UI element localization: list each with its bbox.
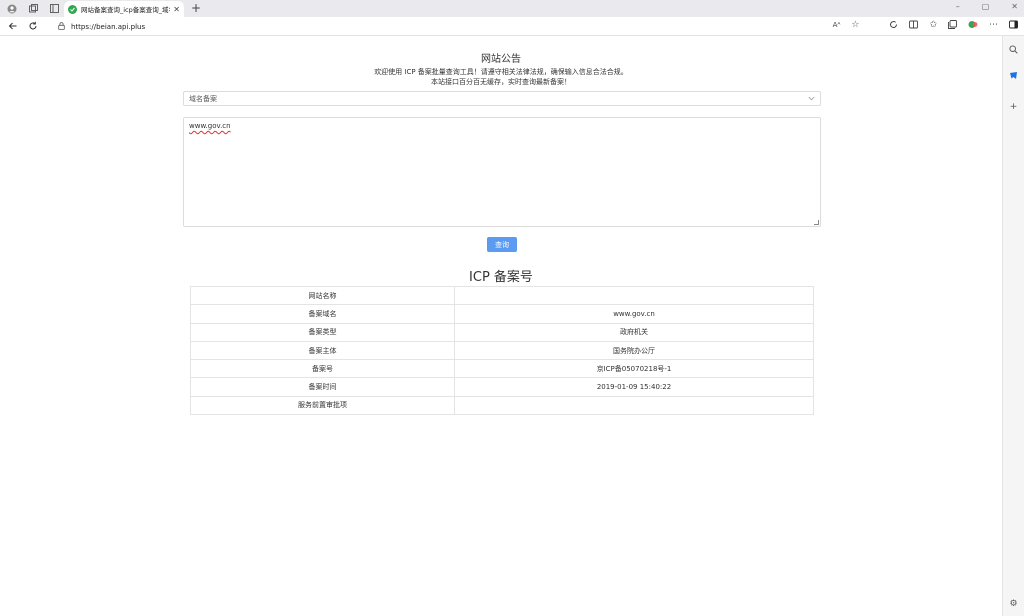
- row-value: 京ICP备05070218号-1: [454, 359, 814, 379]
- close-window-icon[interactable]: ✕: [1011, 2, 1018, 11]
- row-key: 备案号: [190, 359, 455, 379]
- row-value: 2019-01-09 15:40:22: [454, 377, 814, 397]
- address-bar-row: https://beian.api.plus Aᴬ ☆ ✩ ⋯: [0, 17, 1024, 36]
- add-sidebar-app-icon[interactable]: +: [1007, 100, 1021, 114]
- query-type-selected: 域名备案: [189, 94, 217, 103]
- site-info-icon[interactable]: [58, 21, 65, 32]
- sidebar-toggle-icon[interactable]: [1009, 20, 1018, 32]
- split-screen-icon[interactable]: [909, 20, 919, 32]
- row-key: 备案时间: [190, 377, 455, 397]
- domain-input-value: www.gov.cn: [189, 122, 231, 130]
- tab-active[interactable]: 网站备案查询_icp备案查询_域名备案查询 ✕: [64, 1, 184, 17]
- tab-close-icon[interactable]: ✕: [173, 5, 180, 14]
- favorite-star-icon[interactable]: ☆: [851, 20, 859, 32]
- row-key: 网站名称: [190, 285, 455, 306]
- edge-sidebar: + ⚙: [1002, 36, 1024, 616]
- tab-strip: 网站备案查询_icp备案查询_域名备案查询 ✕ + – ▢ ✕: [0, 0, 1024, 17]
- row-value: 政府机关: [454, 322, 814, 342]
- tab-favicon-icon: [68, 4, 77, 14]
- minimize-icon[interactable]: –: [956, 2, 960, 11]
- row-value: [454, 285, 814, 306]
- tab-actions-icon[interactable]: [47, 2, 61, 16]
- more-options-icon[interactable]: ⋯: [989, 20, 998, 32]
- copilot-icon[interactable]: [889, 20, 898, 32]
- table-row: 备案主体 国务院办公厅: [190, 340, 814, 361]
- restore-icon[interactable]: ▢: [982, 2, 990, 11]
- domain-input-textarea[interactable]: www.gov.cn: [183, 117, 821, 227]
- url-text: https://beian.api.plus: [71, 22, 146, 31]
- search-icon[interactable]: [1007, 42, 1021, 56]
- tabstrip-left-controls: [0, 2, 61, 16]
- row-key: 备案域名: [190, 304, 455, 324]
- notice-title: 网站公告: [481, 54, 521, 65]
- omnibox[interactable]: https://beian.api.plus: [58, 19, 868, 34]
- tab-title: 网站备案查询_icp备案查询_域名备案查询: [81, 6, 170, 14]
- query-type-select[interactable]: 域名备案: [183, 91, 821, 106]
- new-tab-icon[interactable]: +: [191, 2, 201, 14]
- row-value: 国务院办公厅: [454, 340, 814, 361]
- row-key: 备案主体: [190, 340, 455, 361]
- refresh-icon[interactable]: [26, 19, 40, 33]
- row-key: 备案类型: [190, 322, 455, 342]
- workspaces-icon[interactable]: [26, 2, 40, 16]
- profile-icon[interactable]: [5, 2, 19, 16]
- row-key: 服务前置审批项: [190, 395, 455, 416]
- read-aloud-icon[interactable]: Aᴬ: [833, 21, 841, 32]
- query-button[interactable]: 查询: [487, 237, 517, 252]
- results-table: 网站名称 备案域名 www.gov.cn 备案类型 政府机关 备案主体 国务院办…: [190, 285, 814, 416]
- collections-icon[interactable]: [948, 20, 957, 32]
- sidebar-app-icon[interactable]: [1007, 68, 1021, 82]
- result-title: ICP 备案号: [469, 270, 533, 285]
- window-controls: – ▢ ✕: [956, 2, 1018, 11]
- row-value: [454, 395, 814, 416]
- extension-icon[interactable]: [968, 20, 978, 32]
- table-row: 备案号 京ICP备05070218号-1: [190, 359, 814, 379]
- table-row: 备案类型 政府机关: [190, 322, 814, 342]
- back-icon[interactable]: [6, 19, 20, 33]
- table-row: 网站名称: [190, 285, 814, 306]
- favorites-icon[interactable]: ✩: [929, 20, 937, 32]
- settings-gear-icon[interactable]: ⚙: [1007, 597, 1021, 611]
- chevron-down-icon: [808, 95, 815, 103]
- notice-text-line-1: 欢迎使用 ICP 备案批量查询工具！请遵守相关法律法规，确保输入信息合法合规。: [374, 68, 628, 76]
- resize-handle-icon[interactable]: [814, 220, 819, 225]
- page-content: 网站公告 欢迎使用 ICP 备案批量查询工具！请遵守相关法律法规，确保输入信息合…: [0, 36, 1002, 616]
- browser-toolbar: Aᴬ ☆ ✩ ⋯: [833, 20, 1018, 32]
- table-row: 备案时间 2019-01-09 15:40:22: [190, 377, 814, 397]
- table-row: 备案域名 www.gov.cn: [190, 304, 814, 324]
- table-row: 服务前置审批项: [190, 395, 814, 416]
- notice-text-line-2: 本站接口百分百无缓存，实时查询最新备案！: [431, 78, 571, 86]
- row-value: www.gov.cn: [454, 304, 814, 324]
